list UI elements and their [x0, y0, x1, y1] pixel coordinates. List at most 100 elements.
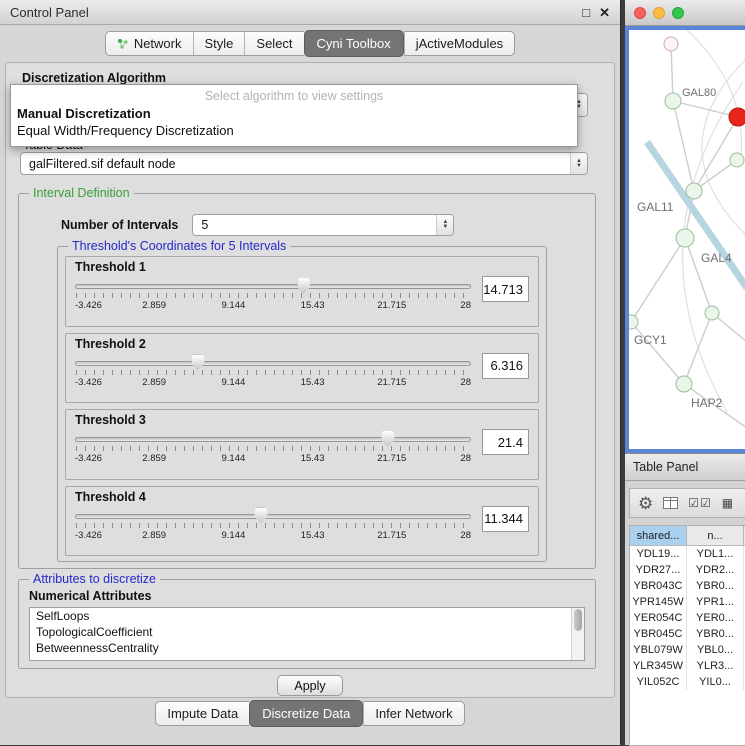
network-edge[interactable] [685, 238, 712, 313]
threshold-value-field[interactable]: 21.4 [482, 429, 529, 455]
table-panel-header[interactable]: Table Panel [625, 453, 745, 481]
table-data-combobox[interactable]: galFiltered.sif default node ▲▼ [20, 152, 588, 175]
attributes-scrollbar[interactable] [571, 608, 584, 660]
network-node[interactable] [705, 306, 719, 320]
tab-discretize-data[interactable]: Discretize Data [249, 700, 363, 727]
number-of-intervals-combobox[interactable]: 5 ▲▼ [192, 214, 454, 236]
network-node-gal11[interactable] [686, 183, 702, 199]
threshold-slider[interactable]: -3.4262.8599.14415.4321.71528 [75, 353, 471, 393]
slider-track [75, 514, 471, 519]
network-view-frame: GAL80GAL11GAL4GCY1HAP2 [625, 26, 745, 453]
table-row[interactable]: YDR27...YDR2... [630, 562, 745, 578]
zoom-traffic-light-icon[interactable] [672, 7, 684, 19]
algorithm-section-label: Discretization Algorithm [22, 71, 166, 85]
slider-scale-label: 2.859 [142, 530, 166, 541]
table-cell: YBL0... [687, 642, 744, 658]
slider-scale-label: 9.144 [222, 377, 246, 388]
tab-infer-network[interactable]: Infer Network [363, 701, 464, 726]
minimize-traffic-light-icon[interactable] [653, 7, 665, 19]
node-label: GCY1 [634, 333, 667, 347]
threshold-label: Threshold 1 [75, 260, 529, 274]
node-label: HAP2 [691, 396, 723, 410]
table-row[interactable]: YDL19...YDL1... [630, 546, 745, 562]
network-edge[interactable] [647, 142, 745, 288]
attribute-item[interactable]: TopologicalCoefficient [30, 624, 584, 640]
apply-button[interactable]: Apply [277, 675, 343, 696]
threshold-value-field[interactable]: 6.316 [482, 353, 529, 379]
close-icon[interactable]: ✕ [599, 6, 610, 19]
tab-cyni-toolbox[interactable]: Cyni Toolbox [304, 30, 404, 57]
slider-scale-label: 2.859 [142, 377, 166, 388]
dropdown-option-manual-discretization[interactable]: Manual Discretization [11, 105, 577, 122]
table-row[interactable]: YBR043CYBR0... [630, 578, 745, 594]
network-edge[interactable] [673, 101, 738, 117]
network-node[interactable] [664, 37, 678, 51]
close-traffic-light-icon[interactable] [634, 7, 646, 19]
node-label: GAL4 [701, 251, 732, 265]
threshold-box: Threshold 1 -3.4262.8599.14415.4321.71528… [65, 256, 539, 327]
threshold-value-field[interactable]: 11.344 [482, 506, 529, 532]
network-node-gcy1[interactable] [629, 315, 638, 329]
network-node-gal4[interactable] [676, 229, 694, 247]
column-header-shared[interactable]: shared... [630, 526, 687, 545]
network-canvas-svg[interactable]: GAL80GAL11GAL4GCY1HAP2 [629, 30, 745, 449]
right-panel: GAL80GAL11GAL4GCY1HAP2 Table Panel ⚙ ☑☑ … [625, 0, 745, 745]
tab-select[interactable]: Select [244, 31, 303, 56]
network-node[interactable] [730, 153, 744, 167]
network-edge[interactable] [673, 101, 694, 191]
network-edge[interactable] [671, 44, 673, 101]
network-node[interactable] [729, 108, 745, 126]
tab-network[interactable]: Network [105, 31, 193, 56]
slider-thumb[interactable] [191, 355, 204, 371]
attributes-title: Attributes to discretize [29, 572, 160, 586]
table-row[interactable]: YPR145WYPR1... [630, 594, 745, 610]
network-node-hap2[interactable] [676, 376, 692, 392]
float-window-icon[interactable]: □ [582, 6, 590, 19]
attribute-item[interactable]: SelfLoops [30, 608, 584, 624]
network-node-gal80[interactable] [665, 93, 681, 109]
network-edge[interactable] [694, 117, 738, 191]
table-row[interactable]: YER054CYER0... [630, 610, 745, 626]
table-cell: YIL0... [687, 674, 744, 690]
slider-ticks [76, 370, 470, 375]
control-panel-window: Control Panel □ ✕ Network StyleSelectCyni… [0, 0, 621, 745]
table-row[interactable]: YLR345WYLR3... [630, 658, 745, 674]
tab-label: Network [134, 36, 182, 51]
slider-thumb[interactable] [297, 278, 310, 294]
window-title: Control Panel [10, 5, 89, 20]
tab-style[interactable]: Style [193, 31, 245, 56]
table-cell: YER0... [687, 610, 744, 626]
threshold-slider[interactable]: -3.4262.8599.14415.4321.71528 [75, 276, 471, 316]
table-data-value: galFiltered.sif default node [21, 157, 570, 171]
scrollbar-thumb[interactable] [574, 609, 582, 631]
interval-definition-title: Interval Definition [29, 186, 134, 200]
table-row[interactable]: YIL052CYIL0... [630, 674, 745, 690]
grid-icon[interactable]: ▦ [722, 496, 734, 510]
columns-icon[interactable] [663, 497, 678, 509]
network-window-titlebar[interactable] [625, 0, 745, 26]
slider-ticks [76, 523, 470, 528]
interval-definition-group: Interval Definition Number of Intervals … [18, 193, 596, 569]
table-row[interactable]: YBR045CYBR0... [630, 626, 745, 642]
slider-thumb[interactable] [255, 508, 268, 524]
column-header-n[interactable]: n... [687, 526, 744, 545]
network-edge[interactable] [631, 238, 685, 322]
threshold-slider[interactable]: -3.4262.8599.14415.4321.71528 [75, 506, 471, 546]
gear-icon[interactable]: ⚙ [638, 495, 653, 512]
slider-thumb[interactable] [381, 431, 394, 447]
table-panel-title: Table Panel [633, 460, 698, 474]
slider-scale-label: 9.144 [222, 453, 246, 464]
threshold-value-field[interactable]: 14.713 [482, 276, 529, 302]
table-cell: YBR045C [630, 626, 687, 642]
tab-jactivemodules[interactable]: jActiveModules [404, 31, 515, 56]
select-checkboxes-icon[interactable]: ☑☑ [688, 496, 712, 510]
control-panel-titlebar[interactable]: Control Panel □ ✕ [0, 0, 620, 25]
tab-impute-data[interactable]: Impute Data [155, 701, 249, 726]
attribute-item[interactable]: BetweennessCentrality [30, 640, 584, 656]
network-edge[interactable] [631, 322, 684, 384]
dropdown-option-equal-width-frequency-discretization[interactable]: Equal Width/Frequency Discretization [11, 122, 577, 139]
table-row[interactable]: YBL079WYBL0... [630, 642, 745, 658]
threshold-slider[interactable]: -3.4262.8599.14415.4321.71528 [75, 429, 471, 469]
slider-scale: -3.4262.8599.14415.4321.71528 [75, 300, 471, 312]
slider-track [75, 284, 471, 289]
